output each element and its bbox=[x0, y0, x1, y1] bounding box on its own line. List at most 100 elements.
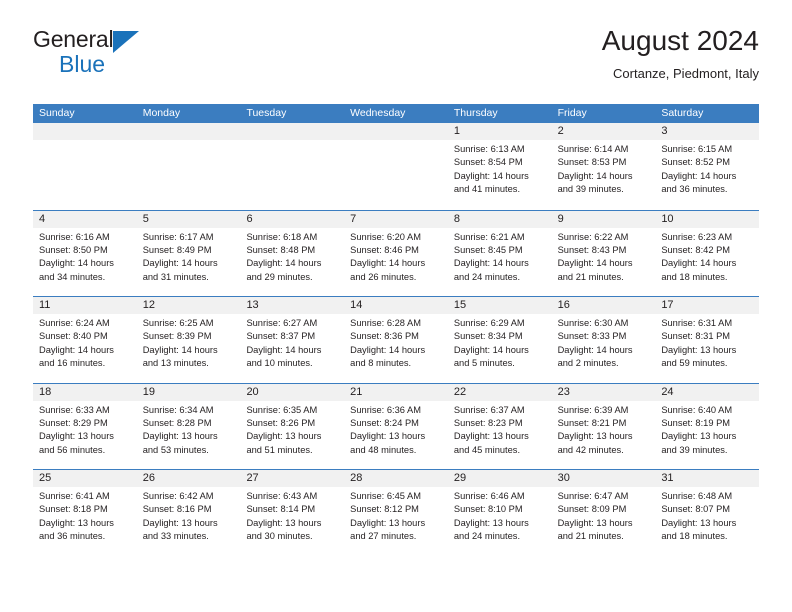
day-number bbox=[344, 123, 448, 140]
day-detail-line: and 13 minutes. bbox=[142, 358, 209, 369]
day-details: Sunrise: 6:36 AM Sunset: 8:24 PM Daylight:… bbox=[344, 401, 448, 458]
calendar-day-cell-15[interactable]: 15 Sunrise: 6:29 AM Sunset: 8:34 PM Dayligh… bbox=[447, 297, 552, 383]
day-number bbox=[33, 123, 137, 140]
calendar-day-cell-14[interactable]: 14 Sunrise: 6:28 AM Sunset: 8:36 PM Dayligh… bbox=[344, 297, 448, 383]
day-details: Sunrise: 6:33 AM Sunset: 8:29 PM Daylight:… bbox=[33, 401, 137, 458]
day-number: 11 bbox=[33, 297, 137, 314]
calendar-day-cell-empty bbox=[33, 123, 137, 210]
day-details: Sunrise: 6:40 AM Sunset: 8:19 PM Daylight:… bbox=[655, 401, 759, 458]
day-detail-line: Sunrise: 6:36 AM bbox=[350, 404, 421, 415]
calendar-day-cell-6[interactable]: 6 Sunrise: 6:18 AM Sunset: 8:48 PM Daylight… bbox=[240, 210, 345, 296]
weekday-header-tuesday: Tuesday bbox=[246, 107, 287, 119]
day-detail-line: and 30 minutes. bbox=[246, 531, 313, 542]
logo-top-row: General bbox=[33, 26, 153, 53]
day-detail-line: Daylight: 13 hours bbox=[142, 431, 218, 442]
calendar-day-cell-3[interactable]: 3 Sunrise: 6:15 AM Sunset: 8:52 PM Daylight… bbox=[655, 123, 760, 210]
day-number: 5 bbox=[136, 210, 241, 228]
day-number: 26 bbox=[136, 470, 241, 487]
day-number: 3 bbox=[655, 123, 760, 140]
day-detail-line: and 21 minutes. bbox=[557, 531, 624, 542]
page-title: August 2024 bbox=[601, 25, 759, 56]
weekday-header-saturday: Saturday bbox=[661, 107, 704, 119]
day-detail-line: Sunset: 8:36 PM bbox=[350, 331, 419, 342]
calendar-day-cell-13[interactable]: 13 Sunrise: 6:27 AM Sunset: 8:37 PM Dayligh… bbox=[240, 297, 345, 383]
calendar-day-cell-16[interactable]: 16 Sunrise: 6:30 AM Sunset: 8:33 PM Dayligh… bbox=[551, 297, 656, 383]
calendar-day-cell-8[interactable]: 8 Sunrise: 6:21 AM Sunset: 8:45 PM Daylight… bbox=[447, 210, 552, 296]
calendar-day-cell-11[interactable]: 11 Sunrise: 6:24 AM Sunset: 8:40 PM Dayligh… bbox=[33, 297, 137, 383]
day-details: Sunrise: 6:31 AM Sunset: 8:31 PM Daylight:… bbox=[655, 314, 759, 371]
day-detail-line: and 33 minutes. bbox=[142, 531, 209, 542]
day-detail-line: Daylight: 13 hours bbox=[661, 517, 737, 528]
day-details: Sunrise: 6:25 AM Sunset: 8:39 PM Daylight:… bbox=[137, 314, 241, 371]
calendar-day-cell-7[interactable]: 7 Sunrise: 6:20 AM Sunset: 8:46 PM Daylight… bbox=[344, 210, 448, 296]
day-details: Sunrise: 6:14 AM Sunset: 8:53 PM Daylight:… bbox=[552, 140, 656, 197]
day-details: Sunrise: 6:41 AM Sunset: 8:18 PM Daylight:… bbox=[33, 487, 137, 544]
logo-text-blue: Blue bbox=[59, 51, 106, 77]
day-detail-line: Sunrise: 6:29 AM bbox=[453, 318, 525, 328]
day-detail-line: Sunset: 8:10 PM bbox=[453, 504, 523, 515]
day-detail-line: and 24 minutes. bbox=[453, 531, 521, 542]
calendar-day-cell-27[interactable]: 27 Sunrise: 6:43 AM Sunset: 8:14 PM Dayligh… bbox=[240, 470, 345, 556]
calendar-day-cell-19[interactable]: 19 Sunrise: 6:34 AM Sunset: 8:28 PM Dayligh… bbox=[136, 383, 241, 469]
calendar-day-cell-24[interactable]: 24 Sunrise: 6:40 AM Sunset: 8:19 PM Dayligh… bbox=[655, 383, 760, 469]
day-number: 9 bbox=[551, 210, 656, 228]
calendar-day-cell-5[interactable]: 5 Sunrise: 6:17 AM Sunset: 8:49 PM Daylight… bbox=[136, 210, 241, 296]
day-detail-line: and 59 minutes. bbox=[661, 358, 728, 369]
day-details: Sunrise: 6:15 AM Sunset: 8:52 PM Daylight:… bbox=[655, 140, 759, 197]
day-detail-line: Sunset: 8:50 PM bbox=[39, 244, 108, 255]
day-detail-line: and 2 minutes. bbox=[557, 358, 619, 369]
day-detail-line: Sunrise: 6:27 AM bbox=[246, 318, 318, 328]
calendar-day-cell-10[interactable]: 10 Sunrise: 6:23 AM Sunset: 8:42 PM Dayligh… bbox=[655, 210, 760, 296]
calendar-day-cell-26[interactable]: 26 Sunrise: 6:42 AM Sunset: 8:16 PM Dayligh… bbox=[136, 470, 241, 556]
calendar-day-cell-25[interactable]: 25 Sunrise: 6:41 AM Sunset: 8:18 PM Dayligh… bbox=[33, 470, 137, 556]
title-block: August 2024 Cortanze, Piedmont, Italy bbox=[602, 24, 759, 84]
day-detail-line: Sunrise: 6:15 AM bbox=[661, 144, 733, 154]
day-detail-line: Sunset: 8:28 PM bbox=[142, 417, 212, 428]
day-number: 29 bbox=[447, 470, 552, 487]
generalblue-logo[interactable]: General Blue bbox=[33, 26, 153, 82]
day-detail-line: Sunset: 8:39 PM bbox=[142, 331, 212, 342]
day-detail-line: Daylight: 13 hours bbox=[661, 344, 737, 355]
day-detail-line: and 51 minutes. bbox=[246, 444, 313, 455]
calendar-day-cell-empty bbox=[136, 123, 241, 210]
calendar-day-cell-23[interactable]: 23 Sunrise: 6:39 AM Sunset: 8:21 PM Dayligh… bbox=[551, 383, 656, 469]
day-number: 10 bbox=[655, 210, 760, 228]
day-detail-line: Sunrise: 6:35 AM bbox=[246, 404, 318, 415]
day-details: Sunrise: 6:35 AM Sunset: 8:26 PM Daylight:… bbox=[240, 401, 344, 458]
day-detail-line: Sunset: 8:52 PM bbox=[661, 157, 731, 168]
day-detail-line: Daylight: 13 hours bbox=[453, 517, 529, 528]
calendar-day-cell-30[interactable]: 30 Sunrise: 6:47 AM Sunset: 8:09 PM Dayligh… bbox=[551, 470, 656, 556]
logo-text-general: General bbox=[33, 26, 114, 52]
calendar-day-cell-2[interactable]: 2 Sunrise: 6:14 AM Sunset: 8:53 PM Daylight… bbox=[551, 123, 656, 210]
day-detail-line: and 53 minutes. bbox=[142, 444, 209, 455]
day-detail-line: and 16 minutes. bbox=[39, 358, 106, 369]
calendar-day-cell-20[interactable]: 20 Sunrise: 6:35 AM Sunset: 8:26 PM Dayligh… bbox=[240, 383, 345, 469]
day-detail-line: Sunset: 8:21 PM bbox=[557, 417, 627, 428]
day-detail-line: Sunset: 8:40 PM bbox=[39, 331, 108, 342]
day-detail-line: Sunrise: 6:20 AM bbox=[350, 231, 421, 242]
calendar-day-cell-17[interactable]: 17 Sunrise: 6:31 AM Sunset: 8:31 PM Dayligh… bbox=[655, 297, 760, 383]
day-details: Sunrise: 6:30 AM Sunset: 8:33 PM Daylight:… bbox=[552, 314, 656, 371]
day-detail-line: Sunset: 8:31 PM bbox=[661, 331, 731, 342]
calendar-day-cell-4[interactable]: 4 Sunrise: 6:16 AM Sunset: 8:50 PM Daylight… bbox=[33, 210, 137, 296]
calendar-day-cell-21[interactable]: 21 Sunrise: 6:36 AM Sunset: 8:24 PM Dayligh… bbox=[344, 383, 448, 469]
calendar-day-cell-31[interactable]: 31 Sunrise: 6:48 AM Sunset: 8:07 PM Dayligh… bbox=[655, 470, 760, 556]
day-detail-line: Sunrise: 6:47 AM bbox=[557, 491, 629, 501]
calendar-day-cell-22[interactable]: 22 Sunrise: 6:37 AM Sunset: 8:23 PM Dayligh… bbox=[447, 383, 552, 469]
day-detail-line: Daylight: 13 hours bbox=[661, 431, 737, 442]
calendar-day-cell-28[interactable]: 28 Sunrise: 6:45 AM Sunset: 8:12 PM Dayligh… bbox=[344, 470, 448, 556]
calendar-day-cell-9[interactable]: 9 Sunrise: 6:22 AM Sunset: 8:43 PM Daylight… bbox=[551, 210, 656, 296]
day-detail-line: Sunrise: 6:16 AM bbox=[39, 231, 110, 242]
calendar-day-cell-1[interactable]: 1 Sunrise: 6:13 AM Sunset: 8:54 PM Daylight… bbox=[447, 123, 552, 210]
day-detail-line: Sunrise: 6:34 AM bbox=[142, 404, 214, 415]
calendar-day-cell-18[interactable]: 18 Sunrise: 6:33 AM Sunset: 8:29 PM Dayligh… bbox=[33, 383, 137, 469]
day-detail-line: Sunset: 8:54 PM bbox=[453, 157, 523, 168]
day-detail-line: Daylight: 13 hours bbox=[557, 431, 633, 442]
calendar-day-cell-29[interactable]: 29 Sunrise: 6:46 AM Sunset: 8:10 PM Dayligh… bbox=[447, 470, 552, 556]
day-number: 31 bbox=[655, 470, 760, 487]
day-detail-line: Daylight: 13 hours bbox=[246, 517, 322, 528]
day-detail-line: Daylight: 13 hours bbox=[350, 517, 426, 528]
day-detail-line: Daylight: 13 hours bbox=[246, 431, 322, 442]
day-detail-line: Sunset: 8:49 PM bbox=[142, 244, 212, 255]
calendar-day-cell-12[interactable]: 12 Sunrise: 6:25 AM Sunset: 8:39 PM Dayligh… bbox=[136, 297, 241, 383]
